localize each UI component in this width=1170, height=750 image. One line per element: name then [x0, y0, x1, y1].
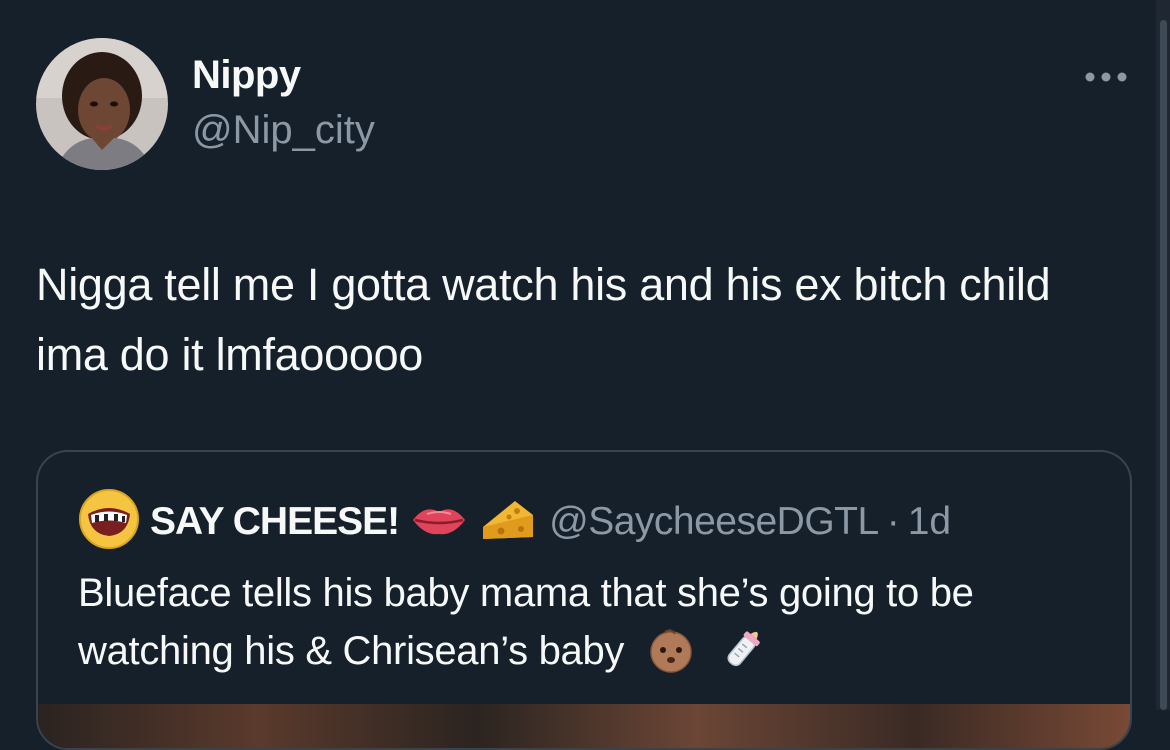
quoted-author-handle[interactable]: @SaycheeseDGTL [549, 500, 879, 544]
quoted-tweet-card[interactable]: SAY CHEESE! @SaycheeseDGTL · 1d Blueface… [36, 450, 1132, 750]
author-handle[interactable]: @Nip_city [192, 108, 375, 153]
scrollbar-thumb[interactable] [1160, 20, 1167, 710]
quoted-tweet-text-body: Blueface tells his baby mama that she’s … [78, 571, 974, 673]
baby-bottle-icon [718, 622, 770, 680]
quoted-tweet-text: Blueface tells his baby mama that she’s … [78, 564, 1098, 680]
profile-photo-icon [36, 38, 168, 170]
baby-face-icon [647, 622, 695, 680]
quoted-tweet-header: SAY CHEESE! @SaycheeseDGTL · 1d [150, 498, 951, 546]
grinning-face-avatar-icon [79, 489, 139, 549]
tweet-text: Nigga tell me I gotta watch his and his … [36, 259, 1051, 380]
more-options-button[interactable] [1080, 60, 1132, 94]
quoted-author-display-name[interactable]: SAY CHEESE! [150, 500, 400, 544]
more-horizontal-icon [1085, 72, 1127, 82]
quoted-tweet-media[interactable] [38, 704, 1130, 748]
scrollbar[interactable] [1156, 0, 1170, 710]
separator-dot: · [886, 500, 900, 543]
quoted-tweet-timestamp[interactable]: 1d [908, 500, 951, 544]
author-display-name[interactable]: Nippy [192, 53, 301, 98]
quoted-author-avatar[interactable] [78, 488, 140, 550]
lips-icon [411, 502, 467, 543]
author-avatar[interactable] [36, 38, 168, 170]
cheese-icon [479, 497, 535, 548]
